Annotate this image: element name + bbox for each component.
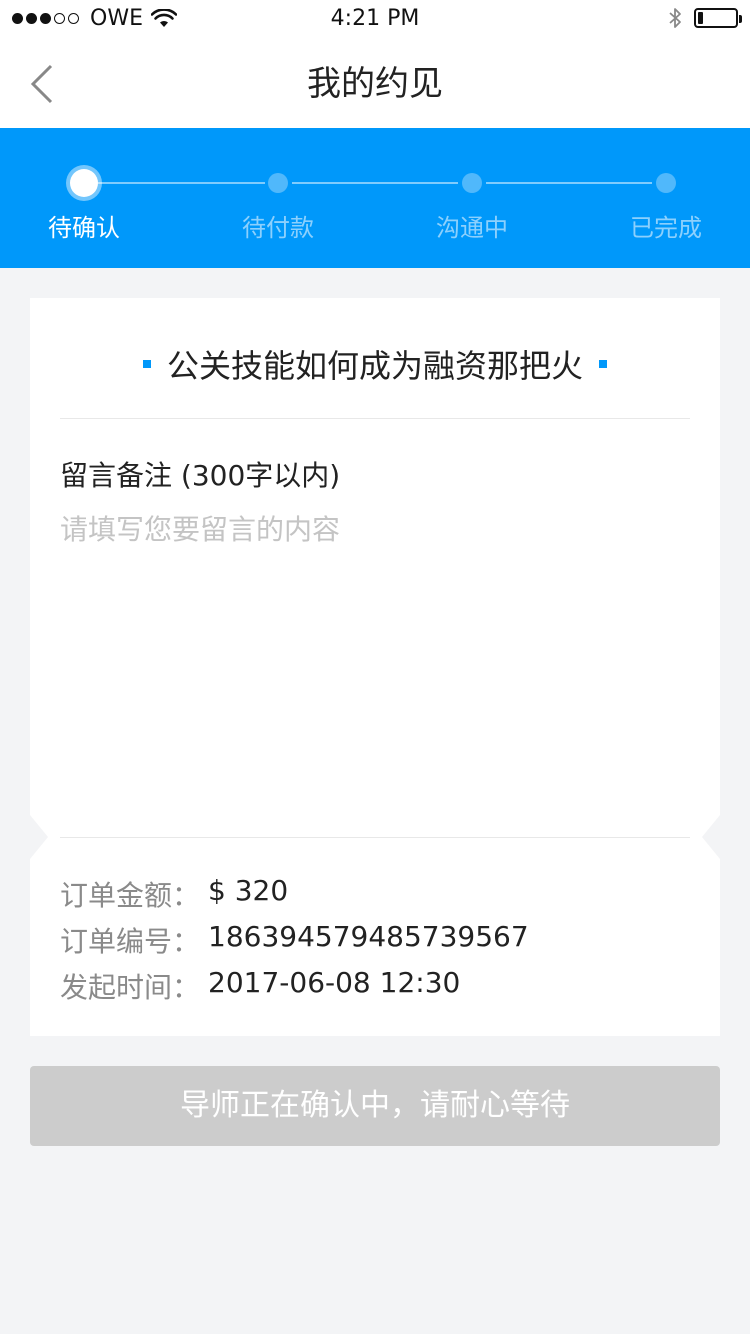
topic-title: 公关技能如何成为融资那把火 xyxy=(166,347,583,385)
progress-line xyxy=(98,182,265,184)
status-right xyxy=(668,6,742,30)
progress-stepper: 待确认 待付款 沟通中 已完成 xyxy=(0,128,750,268)
step-label: 待付款 xyxy=(242,214,314,242)
nav-bar: 我的约见 xyxy=(0,40,750,128)
divider xyxy=(60,418,690,419)
note-label: 留言备注 (300字以内) xyxy=(60,459,341,492)
step-label: 沟通中 xyxy=(436,214,508,242)
page-title: 我的约见 xyxy=(307,64,443,104)
step-node-pending-payment xyxy=(268,173,288,193)
battery-icon xyxy=(694,8,742,28)
back-button[interactable] xyxy=(20,58,70,108)
info-label: 订单编号： xyxy=(60,925,201,958)
info-row-order-number: 订单编号： 186394579485739567 xyxy=(60,920,529,960)
info-row-start-time: 发起时间： 2017-06-08 12:30 xyxy=(60,966,460,1006)
step-node-communicating xyxy=(462,173,482,193)
step-node-completed xyxy=(656,173,676,193)
progress-line xyxy=(486,182,652,184)
divider xyxy=(60,837,690,838)
topic-marker-left xyxy=(142,360,151,368)
battery-cap xyxy=(739,15,742,23)
appointment-card: 公关技能如何成为融资那把火 留言备注 (300字以内) 订单金额： $ 320 … xyxy=(30,298,720,1036)
info-label: 订单金额： xyxy=(60,879,201,912)
info-value: 2017-06-08 12:30 xyxy=(208,966,461,999)
waiting-confirm-button[interactable]: 导师正在确认中，请耐心等待 xyxy=(30,1066,720,1146)
note-input[interactable] xyxy=(60,508,690,808)
bluetooth-icon xyxy=(669,8,681,28)
step-label: 待确认 xyxy=(48,214,120,242)
chevron-left-icon xyxy=(30,64,53,104)
info-label: 发起时间： xyxy=(60,971,201,1004)
topic-header: 公关技能如何成为融资那把火 xyxy=(30,338,720,390)
card-notch-right xyxy=(702,815,720,859)
info-value: 186394579485739567 xyxy=(208,920,529,953)
info-row-amount: 订单金额： $ 320 xyxy=(60,874,288,914)
card-notch-left xyxy=(30,815,48,859)
battery-level xyxy=(698,12,703,24)
progress-line xyxy=(292,182,458,184)
status-bar: OWE 4:21 PM xyxy=(0,0,750,40)
status-time: 4:21 PM xyxy=(330,6,420,31)
topic-marker-right xyxy=(599,360,607,368)
step-label: 已完成 xyxy=(630,214,702,242)
info-value: $ 320 xyxy=(208,874,289,907)
step-node-pending-confirm xyxy=(70,169,98,197)
